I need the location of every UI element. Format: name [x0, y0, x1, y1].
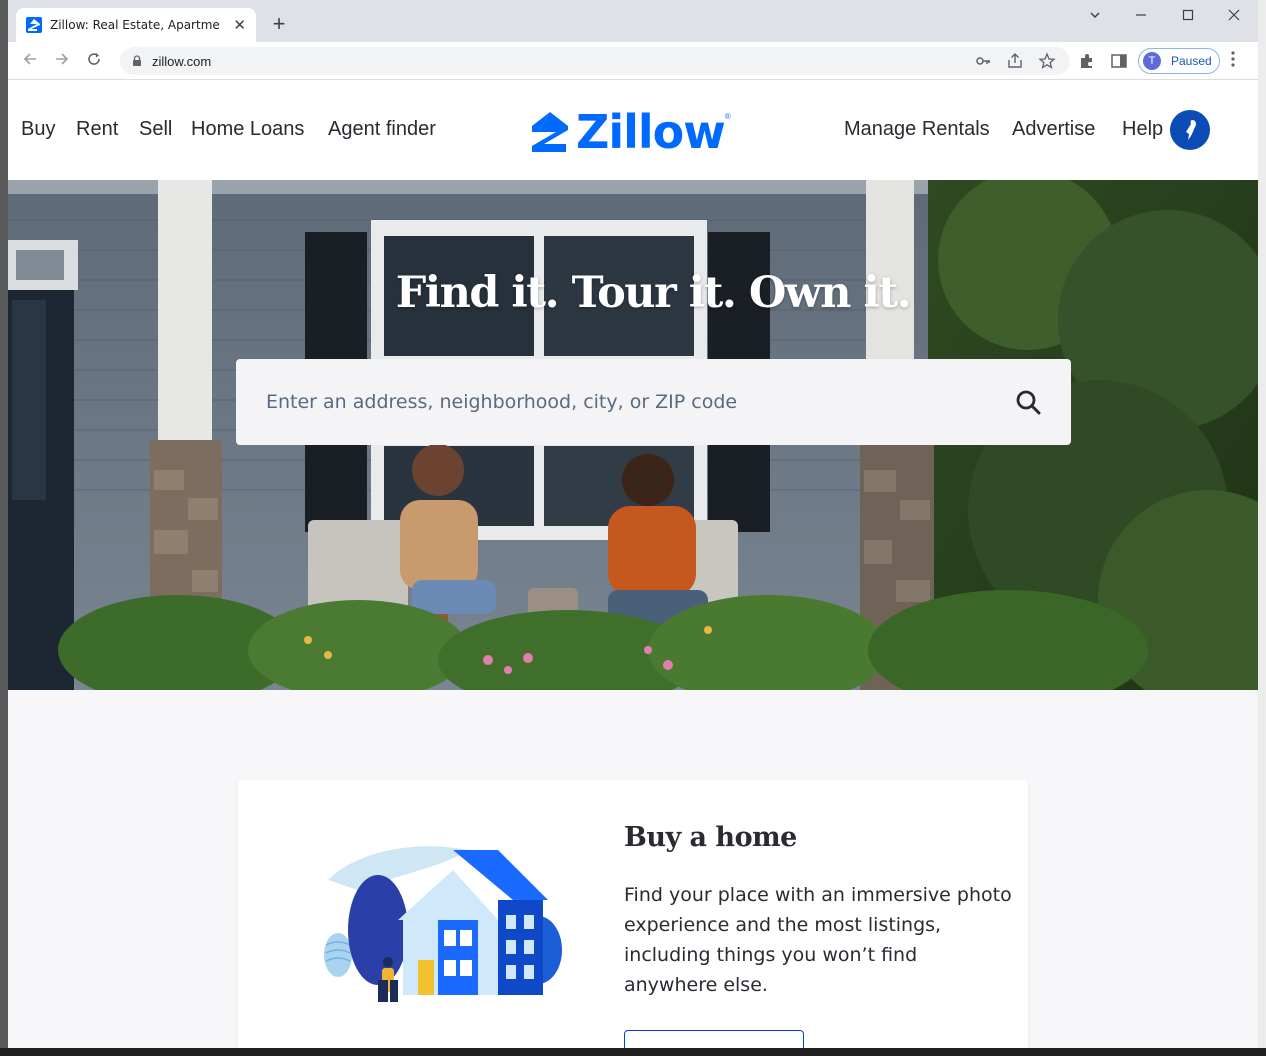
- kebab-menu-icon: [1231, 51, 1235, 67]
- nav-manage-rentals[interactable]: Manage Rentals: [844, 118, 990, 141]
- close-window-button[interactable]: [1211, 4, 1257, 28]
- maximize-button[interactable]: [1165, 4, 1211, 28]
- key-icon[interactable]: [974, 52, 992, 70]
- profile-status: Paused: [1171, 54, 1212, 68]
- forward-button[interactable]: [49, 48, 75, 74]
- bird-avatar-icon: [1186, 120, 1196, 140]
- zillow-favicon-icon: [26, 17, 42, 33]
- search-bar: [236, 359, 1071, 445]
- tab-search-button[interactable]: [1072, 4, 1118, 28]
- nav-agent-finder[interactable]: Agent finder: [328, 118, 436, 141]
- nav-buy[interactable]: Buy: [21, 118, 55, 141]
- user-avatar[interactable]: [1170, 110, 1210, 150]
- registered-mark: ®: [724, 112, 731, 121]
- desktop-background-right: [1258, 0, 1266, 1056]
- house-illustration: [324, 846, 562, 1002]
- extensions-puzzle-icon[interactable]: [1078, 52, 1096, 70]
- taskbar-edge: [0, 1048, 1266, 1056]
- card-title: Buy a home: [624, 822, 797, 853]
- browser-menu-button[interactable]: [1230, 50, 1236, 73]
- site-header: Buy Rent Sell Home Loans Agent finder Zi…: [8, 80, 1258, 180]
- hero-title: Find it. Tour it. Own it.: [395, 268, 912, 318]
- nav-sell[interactable]: Sell: [139, 118, 172, 141]
- profile-button[interactable]: T Paused: [1138, 48, 1220, 74]
- profile-avatar: T: [1143, 52, 1161, 70]
- card-description: Find your place with an immersive photo …: [624, 884, 1012, 996]
- browser-window: Zillow: Real Estate, Apartments, M ✕ +: [8, 0, 1258, 1048]
- zillow-wordmark: Zillow: [576, 105, 726, 159]
- buy-home-card: Buy a home Find your place with an immer…: [238, 780, 1028, 1048]
- back-button[interactable]: [17, 48, 43, 74]
- lock-icon: [133, 55, 141, 66]
- new-tab-button[interactable]: +: [266, 11, 292, 37]
- desktop-background-left: [0, 0, 8, 1048]
- zillow-house-logo-icon: [532, 112, 568, 152]
- search-input[interactable]: [266, 391, 1015, 413]
- minimize-button[interactable]: [1118, 4, 1164, 28]
- hero-section: Find it. Tour it. Own it.: [8, 180, 1258, 690]
- browse-homes-button[interactable]: [624, 1030, 804, 1048]
- tab-close-button[interactable]: ✕: [233, 16, 246, 34]
- url-text: zillow.com: [152, 53, 212, 69]
- side-panel-icon[interactable]: [1110, 52, 1128, 70]
- tab-title: Zillow: Real Estate, Apartments, M: [50, 18, 220, 32]
- reload-button[interactable]: [81, 48, 107, 74]
- nav-rent[interactable]: Rent: [76, 118, 118, 141]
- bookmark-star-icon[interactable]: [1038, 52, 1056, 70]
- arrow-right-icon: [56, 53, 69, 65]
- zillow-logo[interactable]: Zillow ®: [530, 105, 734, 159]
- browser-toolbar: zillow.com T Paused: [8, 42, 1258, 80]
- share-icon[interactable]: [1006, 52, 1024, 70]
- address-bar[interactable]: zillow.com: [120, 47, 1070, 75]
- tab-zillow[interactable]: Zillow: Real Estate, Apartments, M ✕: [16, 8, 256, 42]
- search-icon[interactable]: [1015, 389, 1041, 415]
- nav-home-loans[interactable]: Home Loans: [191, 118, 304, 141]
- arrow-left-icon: [23, 53, 36, 65]
- nav-advertise[interactable]: Advertise: [1012, 118, 1095, 141]
- content-section: Buy a home Find your place with an immer…: [8, 690, 1258, 1048]
- reload-icon: [88, 53, 100, 65]
- nav-help[interactable]: Help: [1122, 118, 1163, 141]
- tab-strip: Zillow: Real Estate, Apartments, M ✕ +: [8, 0, 1258, 42]
